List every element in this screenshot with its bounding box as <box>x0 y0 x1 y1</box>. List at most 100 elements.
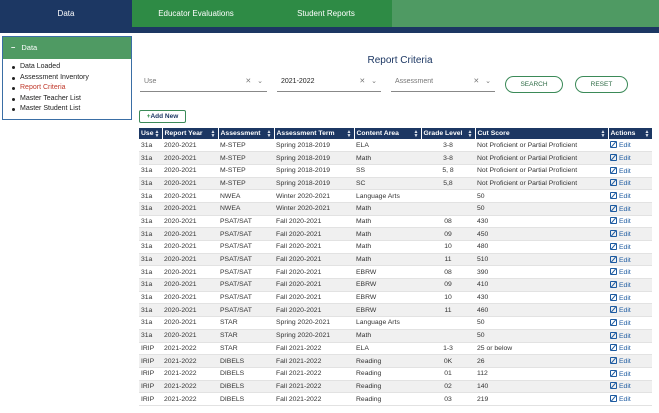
table-cell: 2020-2021 <box>162 265 218 280</box>
table-cell: 2020-2021 <box>162 329 218 343</box>
column-header-label: Report Year <box>164 130 203 137</box>
edit-action[interactable]: Edit <box>608 227 652 241</box>
edit-action[interactable]: Edit <box>608 253 652 267</box>
table-cell: 0K <box>421 354 475 368</box>
table-cell: ELA <box>354 139 421 153</box>
sort-icon[interactable]: ▲ ▼ <box>468 130 473 139</box>
edit-action[interactable]: Edit <box>608 139 652 153</box>
assessment-placeholder: Assessment <box>395 78 434 85</box>
sidebar-item-master-teacher-list[interactable]: Master Teacher List <box>12 94 131 105</box>
edit-label: Edit <box>619 269 631 277</box>
table-cell: Winter 2020-2021 <box>274 189 354 203</box>
table-cell: 09 <box>421 227 475 241</box>
sidebar-item-master-student-list[interactable]: Master Student List <box>12 104 131 115</box>
tab-student-reports[interactable]: Student Reports <box>260 0 392 27</box>
table-cell: NWEA <box>218 189 274 203</box>
edit-icon <box>610 344 617 352</box>
sort-icon[interactable]: ▲ ▼ <box>267 130 272 139</box>
edit-icon <box>610 395 617 403</box>
sort-icon[interactable]: ▲ ▼ <box>155 130 160 139</box>
edit-action[interactable]: Edit <box>608 316 652 330</box>
column-header[interactable]: Assessment ▲ ▼ <box>218 128 275 139</box>
edit-action[interactable]: Edit <box>608 303 652 318</box>
column-header[interactable]: Actions ▲ ▼ <box>608 128 653 139</box>
sort-icon[interactable]: ▲ ▼ <box>601 130 606 139</box>
table-cell: 09 <box>421 278 475 292</box>
edit-action[interactable]: Edit <box>608 278 652 292</box>
sidebar-header[interactable]: − Data <box>3 37 131 59</box>
sort-icon[interactable]: ▲ ▼ <box>211 130 216 139</box>
table-cell: 460 <box>475 303 608 318</box>
table-cell: Language Arts <box>354 189 421 203</box>
sort-icon[interactable]: ▲ ▼ <box>414 130 419 139</box>
edit-action[interactable]: Edit <box>608 392 652 406</box>
clear-chevron-icon[interactable]: ✕ ⌄ <box>245 72 265 92</box>
column-header[interactable]: Grade Level ▲ ▼ <box>421 128 476 139</box>
edit-label: Edit <box>619 167 631 175</box>
table-cell: 50 <box>475 316 608 330</box>
report-year-select[interactable]: 2021-2022 ✕ ⌄ <box>277 72 381 92</box>
edit-action[interactable]: Edit <box>608 177 652 191</box>
column-header[interactable]: Content Area ▲ ▼ <box>354 128 422 139</box>
column-header[interactable]: Cut Score ▲ ▼ <box>475 128 609 139</box>
table-cell: Spring 2018-2019 <box>274 164 354 178</box>
edit-action[interactable]: Edit <box>608 265 652 280</box>
use-select[interactable]: Use ✕ ⌄ <box>140 72 267 92</box>
sidebar-item-data-loaded[interactable]: Data Loaded <box>12 62 131 73</box>
tab-data[interactable]: Data <box>0 0 132 27</box>
edit-icon <box>610 268 617 276</box>
nav-strip <box>0 27 659 33</box>
clear-chevron-icon[interactable]: ✕ ⌄ <box>359 72 379 92</box>
edit-action[interactable]: Edit <box>608 240 652 254</box>
add-new-label: Add New <box>150 113 179 120</box>
table-cell: 2020-2021 <box>162 278 218 292</box>
assessment-select[interactable]: Assessment ✕ ⌄ <box>391 72 495 92</box>
table-row: 31a 2020-2021 M-STEP Spring 2018-2019 SS 5, 8… <box>139 164 652 178</box>
table-cell: Math <box>354 202 421 216</box>
column-header-label: Grade Level <box>423 130 463 137</box>
edit-action[interactable]: Edit <box>608 151 652 165</box>
edit-action[interactable]: Edit <box>608 164 652 178</box>
edit-action[interactable]: Edit <box>608 367 652 381</box>
edit-action[interactable]: Edit <box>608 215 652 229</box>
edit-action[interactable]: Edit <box>608 329 652 343</box>
tab-educator-evaluations[interactable]: Educator Evaluations <box>132 0 260 27</box>
edit-action[interactable]: Edit <box>608 354 652 368</box>
report-criteria-table: Use ▲ ▼ Report Year ▲ ▼ Assessment ▲ ▼ Assessment… <box>139 128 653 406</box>
table-cell: 08 <box>421 215 475 229</box>
edit-action[interactable]: Edit <box>608 189 652 203</box>
column-header-label: Assessment Term <box>276 130 335 137</box>
column-header[interactable]: Assessment Term ▲ ▼ <box>274 128 355 139</box>
table-row: IRIP 2021-2022 DIBELS Fall 2021-2022 Reading… <box>139 392 652 406</box>
table-cell: 11 <box>421 303 475 318</box>
clear-chevron-icon[interactable]: ✕ ⌄ <box>473 72 493 92</box>
table-cell: Reading <box>354 380 421 394</box>
sort-icon[interactable]: ▲ ▼ <box>645 130 650 139</box>
table-cell: 31a <box>139 227 162 241</box>
edit-action[interactable]: Edit <box>608 291 652 305</box>
sidebar-item-assessment-inventory[interactable]: Assessment Inventory <box>12 73 131 84</box>
edit-action[interactable]: Edit <box>608 342 652 356</box>
add-new-button[interactable]: +Add New <box>139 110 186 123</box>
table-cell: ELA <box>354 342 421 356</box>
table-cell: 02 <box>421 380 475 394</box>
table-cell: DIBELS <box>218 367 274 381</box>
edit-action[interactable]: Edit <box>608 202 652 216</box>
column-header[interactable]: Report Year ▲ ▼ <box>162 128 219 139</box>
edit-icon <box>610 293 617 301</box>
sidebar-item-report-criteria[interactable]: Report Criteria <box>12 83 131 94</box>
table-cell: 2020-2021 <box>162 139 218 153</box>
table-cell: Not Proficient or Partial Proficient <box>475 139 608 153</box>
table-cell: M-STEP <box>218 139 274 153</box>
table-cell: 25 or below <box>475 342 608 356</box>
search-button[interactable]: SEARCH <box>505 76 563 93</box>
edit-icon <box>610 230 617 238</box>
collapse-icon[interactable]: − <box>11 37 15 59</box>
reset-button[interactable]: RESET <box>575 76 628 93</box>
edit-label: Edit <box>619 243 631 251</box>
sort-icon[interactable]: ▲ ▼ <box>347 130 352 139</box>
table-cell: 2021-2022 <box>162 354 218 368</box>
edit-action[interactable]: Edit <box>608 380 652 394</box>
column-header[interactable]: Use ▲ ▼ <box>139 128 163 139</box>
table-cell: PSAT/SAT <box>218 227 274 241</box>
